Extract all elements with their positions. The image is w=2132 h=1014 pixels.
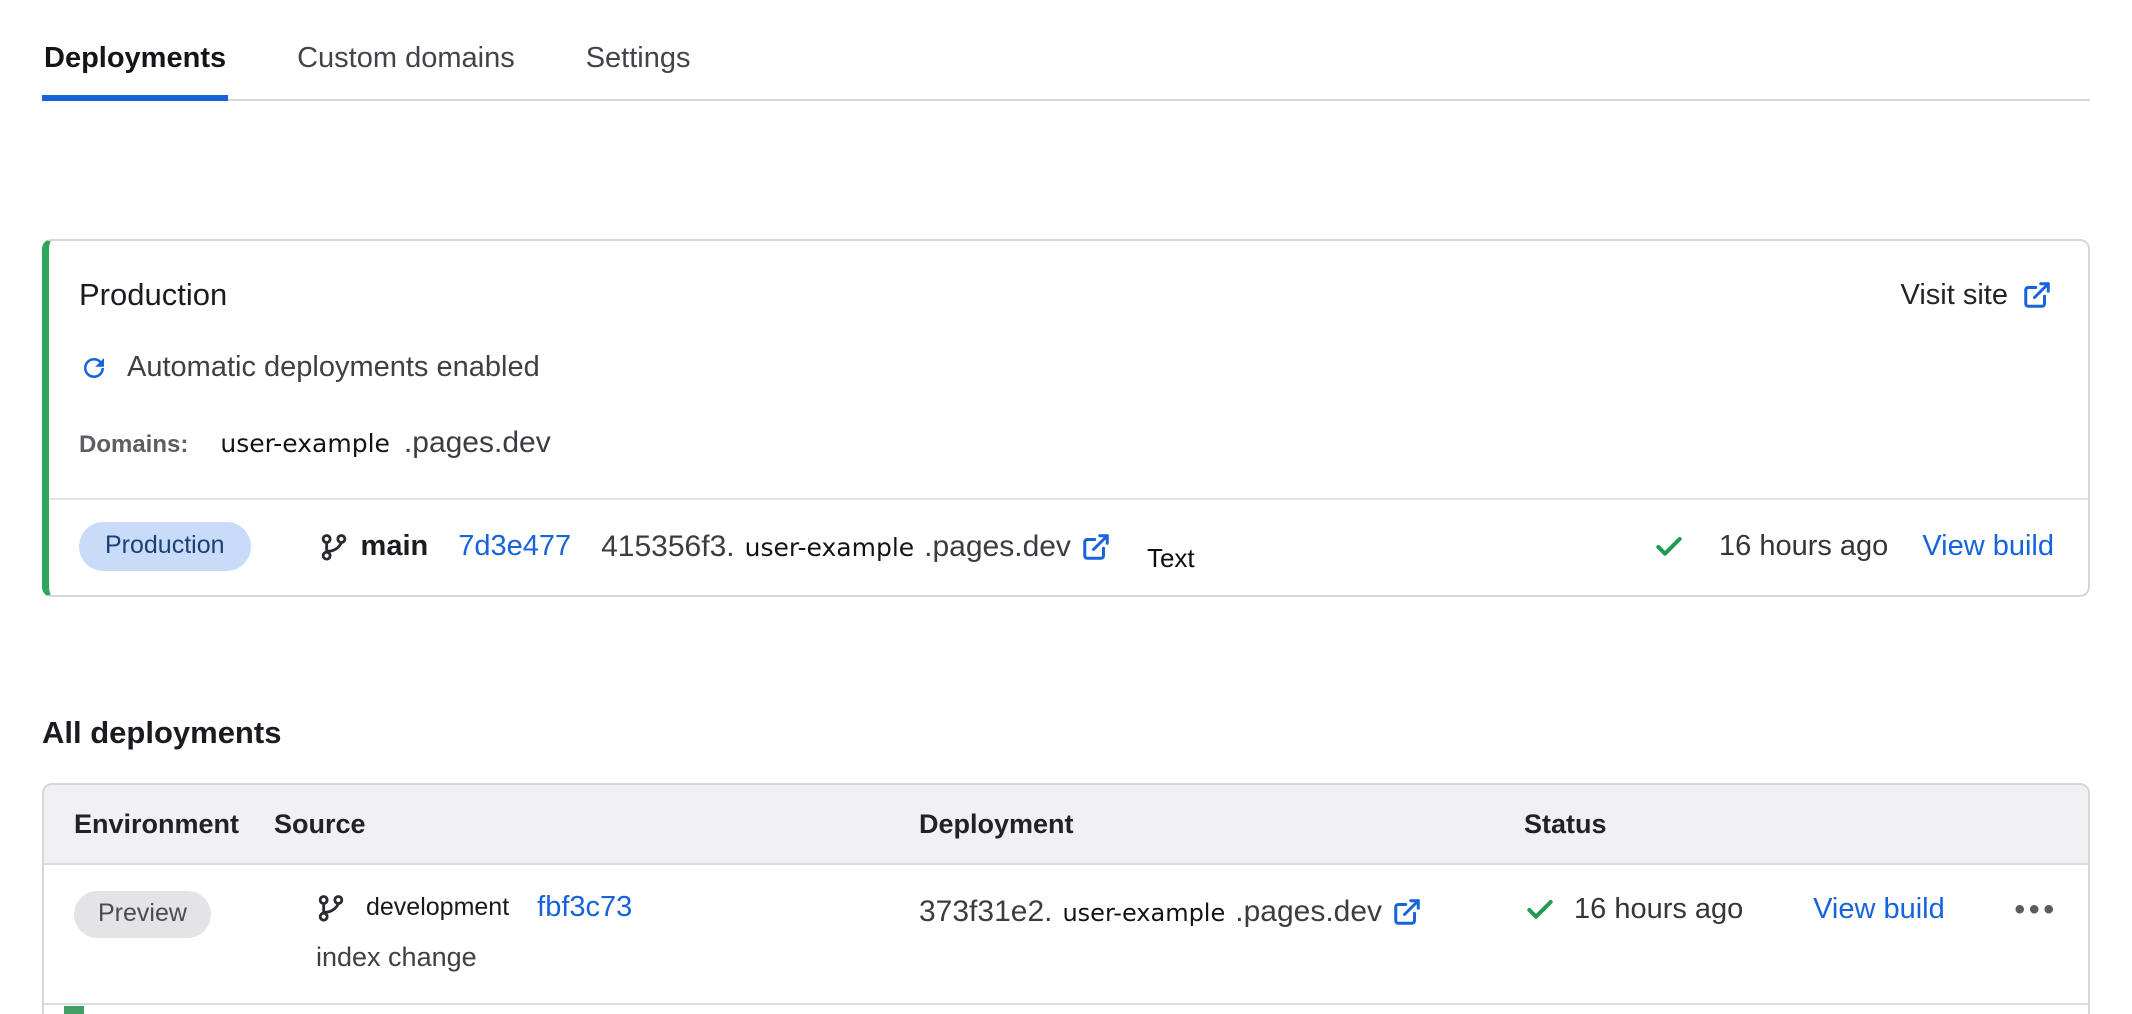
column-header-status: Status bbox=[1524, 809, 2058, 840]
deployment-time: 16 hours ago bbox=[1574, 893, 1743, 926]
environment-cell: Preview bbox=[74, 891, 274, 938]
environment-badge-production: Production bbox=[79, 522, 251, 571]
visit-site-link[interactable]: Visit site bbox=[1901, 279, 2052, 312]
external-link-icon bbox=[2022, 280, 2052, 310]
auto-deployments-text: Automatic deployments enabled bbox=[127, 351, 540, 384]
deployment-url-suffix: .pages.dev bbox=[1235, 895, 1382, 929]
column-header-deployment: Deployment bbox=[919, 809, 1524, 840]
column-header-environment: Environment bbox=[74, 809, 274, 840]
production-card-title: Production bbox=[79, 277, 227, 313]
tab-deployments[interactable]: Deployments bbox=[42, 26, 228, 101]
refresh-icon bbox=[79, 353, 109, 383]
external-link-icon[interactable] bbox=[1392, 897, 1422, 927]
deployment-url-name: user-example bbox=[1062, 899, 1225, 927]
deployment-url: 415356f3. user-example .pages.dev bbox=[601, 530, 1111, 564]
tab-bar: Deployments Custom domains Settings bbox=[42, 0, 2090, 101]
deployments-table: Environment Source Deployment Status Pre… bbox=[42, 783, 2090, 1014]
production-card: Production Visit site Automatic deployme… bbox=[42, 239, 2090, 597]
tab-settings[interactable]: Settings bbox=[584, 26, 693, 99]
commit-message: index change bbox=[316, 942, 919, 973]
tab-custom-domains[interactable]: Custom domains bbox=[295, 26, 517, 99]
next-row-peek bbox=[44, 1005, 2088, 1014]
table-row: Preview development fbf3c73 index change bbox=[44, 865, 2088, 1005]
external-link-icon[interactable] bbox=[1081, 532, 1111, 562]
view-build-link[interactable]: View build bbox=[1813, 893, 1945, 926]
deployment-url-suffix: .pages.dev bbox=[924, 530, 1071, 564]
deployment-url-prefix: 415356f3. bbox=[601, 530, 734, 564]
git-branch-icon bbox=[319, 532, 349, 562]
domain-name: user-example bbox=[220, 429, 390, 458]
domain-suffix: .pages.dev bbox=[404, 426, 551, 460]
view-build-link[interactable]: View build bbox=[1922, 530, 2054, 563]
environment-badge-preview: Preview bbox=[74, 891, 211, 938]
commit-link[interactable]: fbf3c73 bbox=[537, 891, 632, 924]
deployment-cell: 373f31e2. user-example .pages.dev bbox=[919, 891, 1524, 929]
deployment-time: 16 hours ago bbox=[1719, 530, 1888, 563]
status-cell: 16 hours ago View build ••• bbox=[1524, 891, 2058, 926]
domains-label: Domains: bbox=[79, 431, 188, 459]
column-header-source: Source bbox=[274, 809, 919, 840]
source-cell: development fbf3c73 index change bbox=[274, 891, 919, 973]
all-deployments-title: All deployments bbox=[42, 715, 2132, 751]
branch-name: main bbox=[361, 530, 429, 563]
production-deployment-row: Production main 7d3e477 415356f3. user-e… bbox=[49, 498, 2088, 595]
check-icon bbox=[1653, 531, 1685, 563]
visit-site-label: Visit site bbox=[1901, 279, 2008, 312]
next-row-accent-bar bbox=[64, 1006, 84, 1014]
git-branch-icon bbox=[316, 893, 346, 923]
commit-link[interactable]: 7d3e477 bbox=[458, 530, 571, 563]
note-text: Text bbox=[1147, 543, 1195, 574]
check-icon bbox=[1524, 894, 1556, 926]
deployment-url-prefix: 373f31e2. bbox=[919, 895, 1052, 929]
more-options-icon[interactable]: ••• bbox=[2014, 895, 2058, 925]
deployment-url-name: user-example bbox=[745, 533, 915, 562]
branch-name: development bbox=[366, 893, 509, 922]
table-header-row: Environment Source Deployment Status bbox=[44, 785, 2088, 865]
